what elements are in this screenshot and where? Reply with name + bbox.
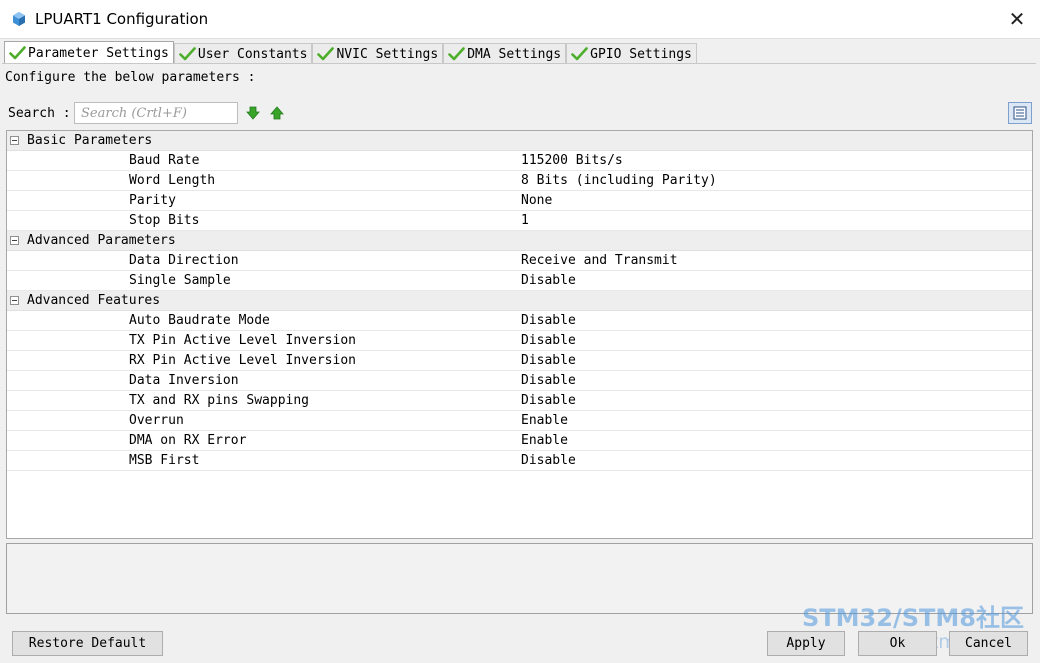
tab-label: GPIO Settings: [590, 46, 692, 62]
param-name: Data Direction: [129, 253, 239, 268]
tab-gpio-settings[interactable]: GPIO Settings: [566, 43, 697, 64]
param-value[interactable]: Disable: [521, 313, 576, 328]
param-row-overrun[interactable]: Overrun Enable: [7, 411, 1032, 431]
ok-button[interactable]: Ok: [858, 631, 937, 656]
param-row-auto-baudrate[interactable]: Auto Baudrate Mode Disable: [7, 311, 1032, 331]
param-value[interactable]: Enable: [521, 433, 568, 448]
param-row-stop-bits[interactable]: Stop Bits 1: [7, 211, 1032, 231]
tab-dma-settings[interactable]: DMA Settings: [443, 43, 567, 64]
param-row-rx-pin-inversion[interactable]: RX Pin Active Level Inversion Disable: [7, 351, 1032, 371]
tab-label: DMA Settings: [467, 46, 562, 62]
check-icon: [448, 47, 466, 61]
param-row-tx-pin-inversion[interactable]: TX Pin Active Level Inversion Disable: [7, 331, 1032, 351]
parameter-tree: Basic Parameters Baud Rate 115200 Bits/s…: [6, 130, 1033, 539]
param-row-data-direction[interactable]: Data Direction Receive and Transmit: [7, 251, 1032, 271]
arrow-down-icon[interactable]: [246, 106, 260, 120]
param-row-dma-rx-error[interactable]: DMA on RX Error Enable: [7, 431, 1032, 451]
tab-parameter-settings[interactable]: Parameter Settings: [4, 41, 174, 64]
group-title: Advanced Parameters: [27, 233, 176, 248]
search-input[interactable]: [74, 102, 238, 124]
param-row-pins-swapping[interactable]: TX and RX pins Swapping Disable: [7, 391, 1032, 411]
group-title: Basic Parameters: [27, 133, 153, 148]
tab-label: NVIC Settings: [336, 46, 439, 62]
tab-label: User Constants: [197, 46, 308, 62]
title-bar: LPUART1 Configuration ✕: [0, 0, 1040, 39]
param-row-word-length[interactable]: Word Length 8 Bits (including Parity): [7, 171, 1032, 191]
param-value[interactable]: Receive and Transmit: [521, 253, 678, 268]
arrow-up-icon[interactable]: [270, 106, 284, 120]
collapse-toggle-icon[interactable]: [10, 236, 19, 245]
cancel-button[interactable]: Cancel: [949, 631, 1028, 656]
param-name: DMA on RX Error: [129, 433, 247, 448]
param-value[interactable]: None: [521, 193, 552, 208]
close-icon: ✕: [1008, 7, 1026, 31]
group-advanced-features[interactable]: Advanced Features: [7, 291, 1032, 311]
list-view-icon: [1013, 106, 1027, 120]
param-name: Data Inversion: [129, 373, 239, 388]
window-title: LPUART1 Configuration: [35, 10, 209, 28]
search-label: Search :: [8, 106, 71, 121]
param-name: RX Pin Active Level Inversion: [129, 353, 356, 368]
close-button[interactable]: ✕: [1004, 6, 1030, 32]
tab-label: Parameter Settings: [28, 45, 169, 61]
tab-user-constants[interactable]: User Constants: [173, 43, 313, 64]
param-name: MSB First: [129, 453, 200, 468]
restore-default-button[interactable]: Restore Default: [12, 631, 163, 656]
check-icon: [317, 47, 335, 61]
check-icon: [9, 46, 26, 60]
check-icon: [571, 47, 588, 61]
param-value[interactable]: Disable: [521, 273, 576, 288]
collapse-toggle-icon[interactable]: [10, 136, 19, 145]
param-value[interactable]: 1: [521, 213, 529, 228]
parameter-description-area: [6, 543, 1033, 614]
list-view-button[interactable]: [1008, 102, 1032, 124]
panel-description: Configure the below parameters :: [5, 70, 256, 85]
param-name: Baud Rate: [129, 153, 200, 168]
param-row-baud-rate[interactable]: Baud Rate 115200 Bits/s: [7, 151, 1032, 171]
param-name: Parity: [129, 193, 176, 208]
group-advanced-parameters[interactable]: Advanced Parameters: [7, 231, 1032, 251]
tab-panel-border: [2, 63, 1036, 64]
group-title: Advanced Features: [27, 293, 161, 308]
group-basic-parameters[interactable]: Basic Parameters: [7, 131, 1032, 151]
param-row-msb-first[interactable]: MSB First Disable: [7, 451, 1032, 471]
param-value[interactable]: Disable: [521, 333, 576, 348]
param-name: Auto Baudrate Mode: [129, 313, 270, 328]
param-value[interactable]: Disable: [521, 453, 576, 468]
param-row-parity[interactable]: Parity None: [7, 191, 1032, 211]
param-value[interactable]: Disable: [521, 353, 576, 368]
param-value[interactable]: Disable: [521, 393, 576, 408]
apply-button[interactable]: Apply: [767, 631, 845, 656]
param-name: Overrun: [129, 413, 184, 428]
param-name: Word Length: [129, 173, 216, 188]
tab-nvic-settings[interactable]: NVIC Settings: [312, 43, 444, 64]
param-name: Stop Bits: [129, 213, 200, 228]
param-name: TX Pin Active Level Inversion: [129, 333, 356, 348]
param-name: Single Sample: [129, 273, 231, 288]
check-icon: [179, 47, 196, 61]
app-cube-icon: [13, 12, 25, 26]
param-row-single-sample[interactable]: Single Sample Disable: [7, 271, 1032, 291]
tab-bar: Parameter Settings User Constants NVIC S…: [4, 41, 697, 64]
param-name: TX and RX pins Swapping: [129, 393, 310, 408]
param-value[interactable]: 115200 Bits/s: [521, 153, 623, 168]
param-value[interactable]: Enable: [521, 413, 568, 428]
param-value[interactable]: Disable: [521, 373, 576, 388]
param-value[interactable]: 8 Bits (including Parity): [521, 173, 717, 188]
param-row-data-inversion[interactable]: Data Inversion Disable: [7, 371, 1032, 391]
collapse-toggle-icon[interactable]: [10, 296, 19, 305]
